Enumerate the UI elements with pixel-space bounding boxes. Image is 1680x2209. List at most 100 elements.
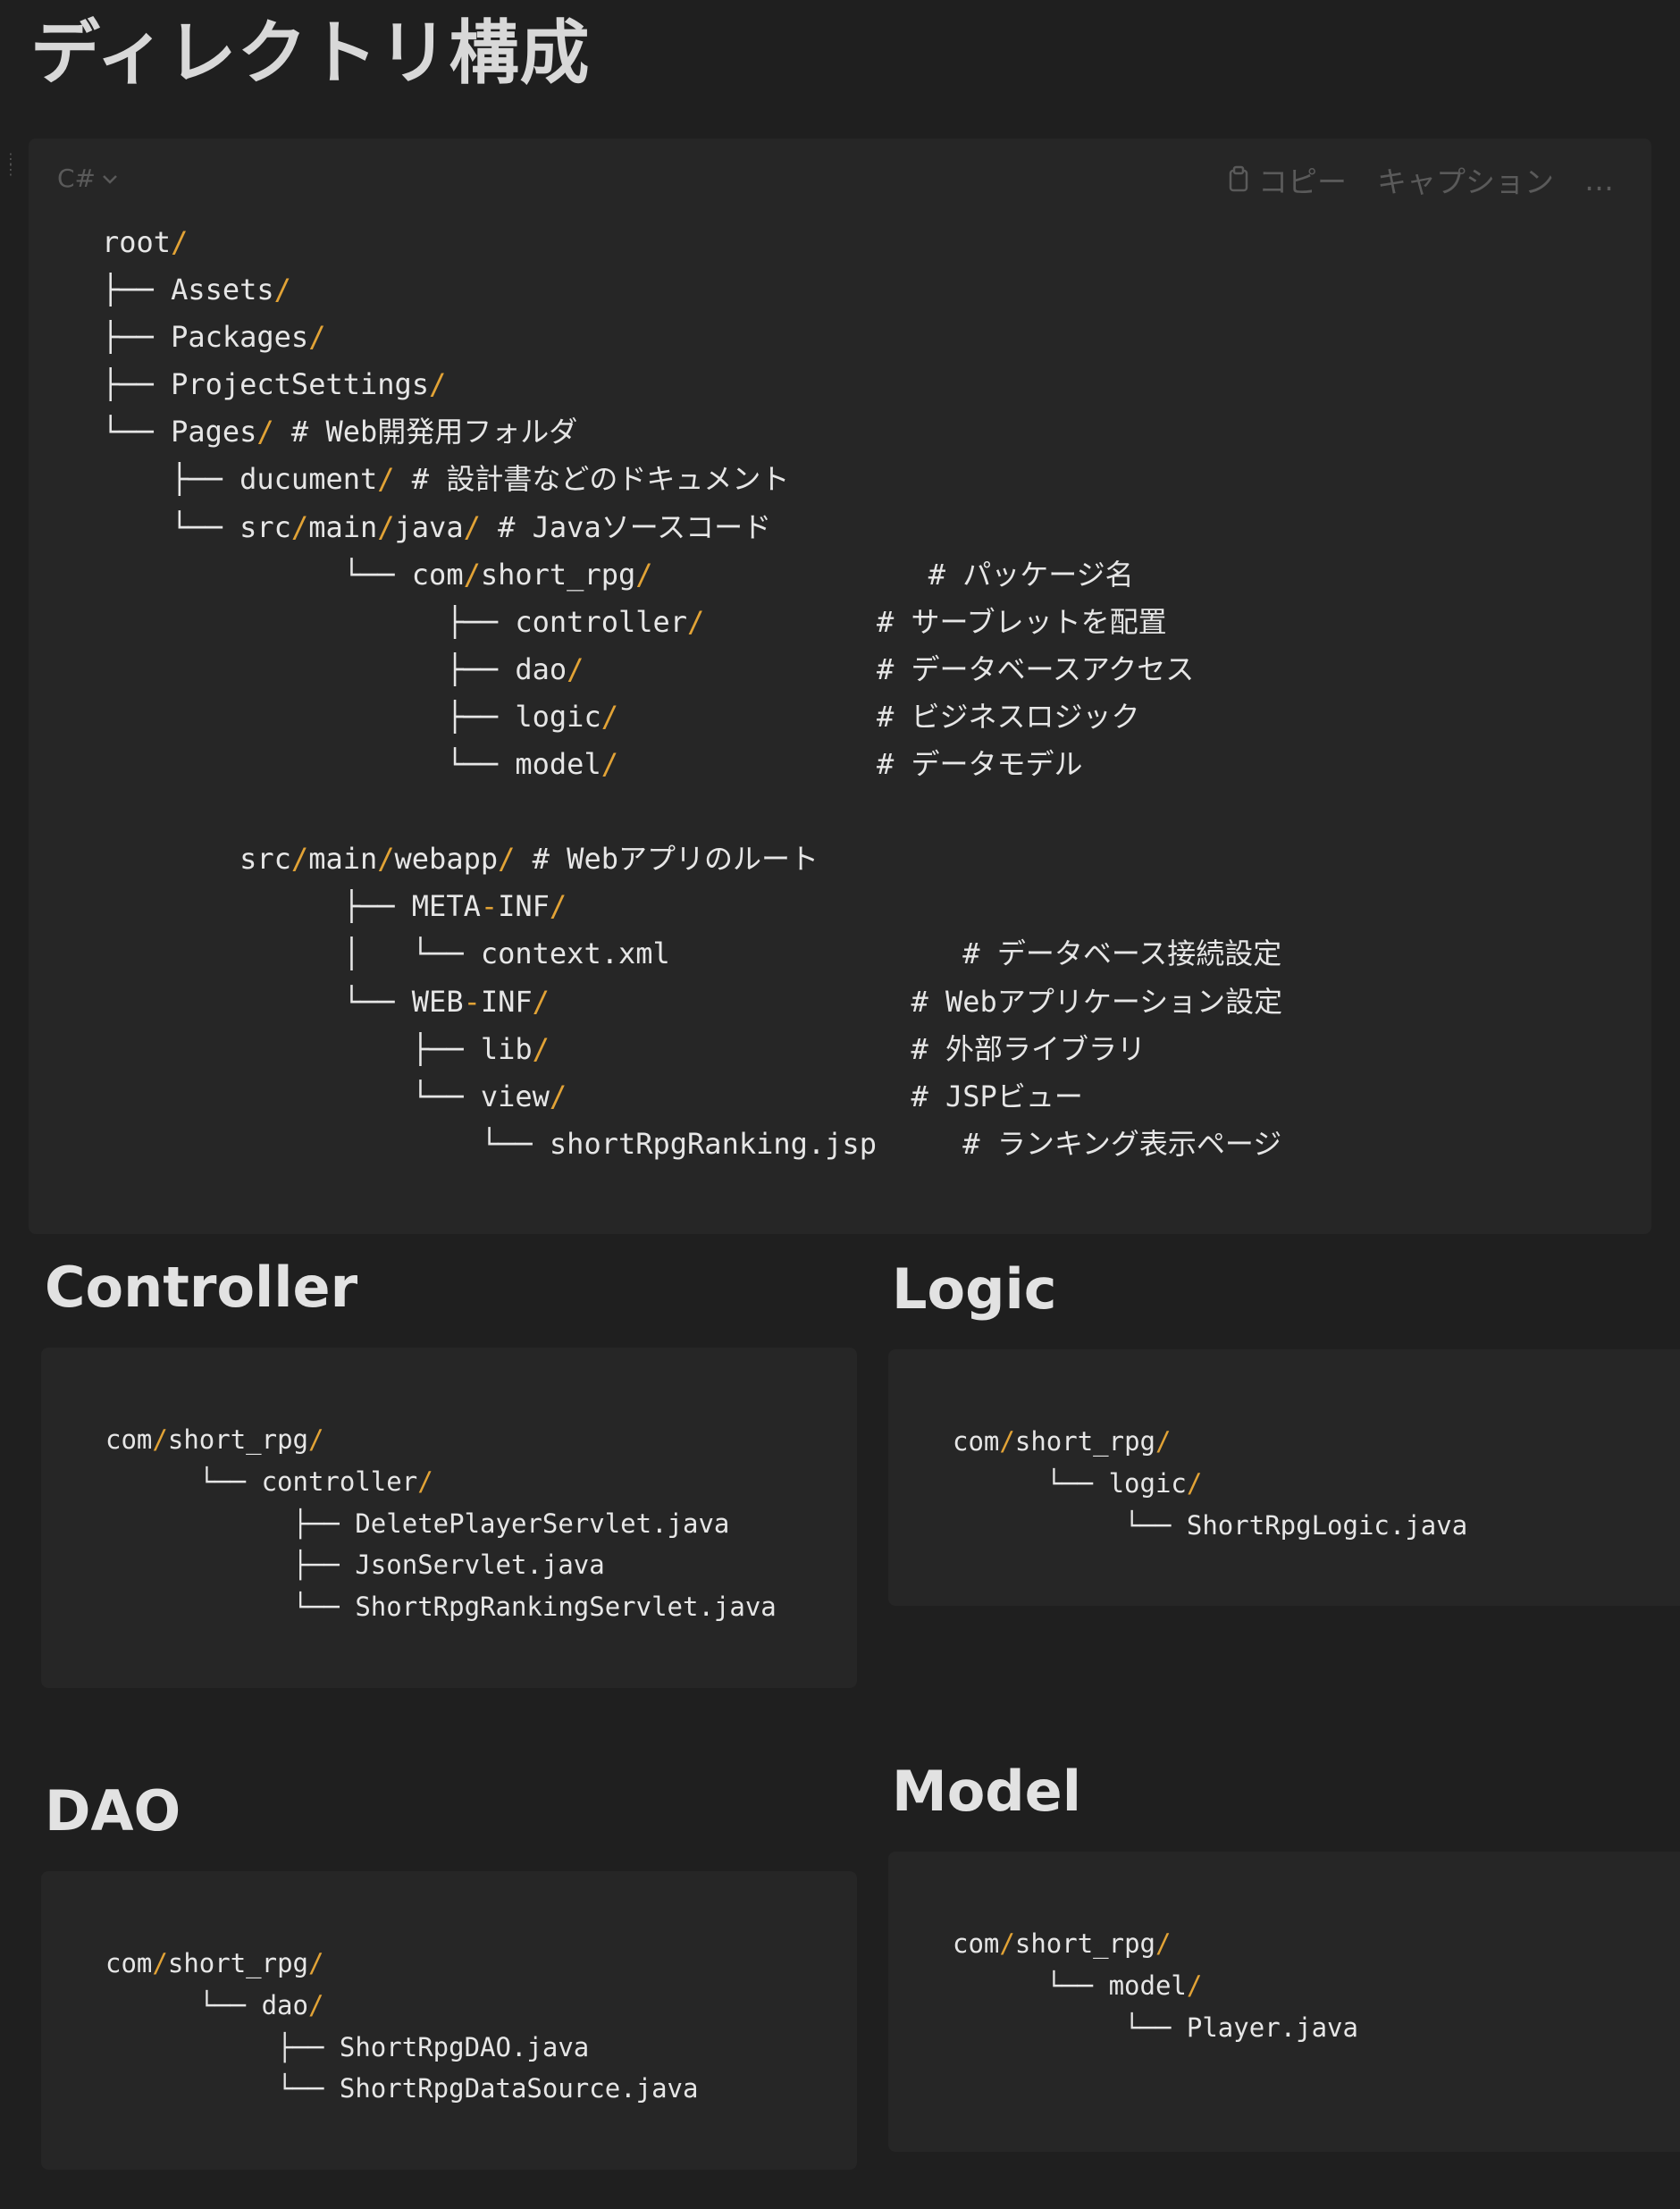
code-line: com/short_rpg/ <box>105 1419 777 1461</box>
path-separator: / <box>1186 1970 1203 2001</box>
code-line: └── com/short_rpg/ # パッケージ名 <box>102 551 1282 599</box>
code-text: └── src <box>102 509 291 544</box>
code-line: └── view/ # JSPビュー <box>102 1073 1282 1121</box>
code-comment: # データベースアクセス <box>584 651 1195 686</box>
code-line: └── WEB-INF/ # Webアプリケーション設定 <box>102 979 1282 1026</box>
code-text: ├── META <box>102 889 481 924</box>
code-content: root/├── Assets/├── Packages/├── Project… <box>102 219 1282 1168</box>
model-code-content: com/short_rpg/ └── model/ └── Player.jav… <box>953 1923 1358 2048</box>
code-line: ├── logic/ # ビジネスロジック <box>102 693 1282 741</box>
code-line: ├── ShortRpgDAO.java <box>105 2027 698 2069</box>
drag-handle-icon[interactable]: ⋮ ⋮ <box>4 152 18 189</box>
code-text: INF <box>480 984 533 1019</box>
path-separator: - <box>463 984 481 1019</box>
code-comment: # 設計書などのドキュメント <box>394 462 790 497</box>
code-text: main <box>308 842 378 877</box>
path-separator: / <box>417 1466 433 1497</box>
code-text: └── controller <box>105 1466 418 1497</box>
caption-label: キャプション <box>1377 164 1554 199</box>
caption-button[interactable]: キャプション <box>1377 158 1554 201</box>
code-text: short_rpg <box>167 1424 308 1455</box>
code-line: └── shortRpgRanking.jsp # ランキング表示ページ <box>102 1121 1282 1168</box>
code-text: ├── ProjectSettings <box>102 367 430 402</box>
path-separator: / <box>1155 1928 1172 1959</box>
code-text: src <box>102 842 291 877</box>
code-line: root/ <box>102 219 1282 266</box>
path-separator: / <box>307 1989 324 2020</box>
code-text: com <box>105 1948 153 1978</box>
path-separator: / <box>308 320 326 355</box>
path-separator: / <box>171 225 189 259</box>
code-line: ├── META-INF/ <box>102 883 1282 930</box>
code-line: ├── ducument/ # 設計書などのドキュメント <box>102 456 1282 503</box>
code-line: src/main/webapp/ # Webアプリのルート <box>102 836 1282 883</box>
code-text: ├── dao <box>102 651 567 686</box>
language-select[interactable]: C# <box>57 164 119 193</box>
code-text: └── com <box>102 557 464 592</box>
code-comment: # データモデル <box>617 747 1083 782</box>
code-text: └── logic <box>953 1467 1187 1499</box>
code-text: ├── lib <box>102 1031 533 1066</box>
code-line: └── ShortRpgLogic.java <box>953 1505 1467 1547</box>
code-text: short_rpg <box>1014 1426 1155 1457</box>
section-title-logic: Logic <box>892 1256 1057 1322</box>
code-comment: # Javaソースコード <box>480 509 772 544</box>
code-line: └── ShortRpgDataSource.java <box>105 2068 698 2110</box>
code-text: com <box>953 1928 1000 1959</box>
code-text: com <box>105 1424 153 1455</box>
logic-code-content: com/short_rpg/ └── logic/ └── ShortRpgLo… <box>953 1421 1467 1546</box>
section-title-dao: DAO <box>45 1778 181 1844</box>
code-comment: # Webアプリのルート <box>515 842 819 877</box>
path-separator: / <box>273 273 291 307</box>
path-separator: / <box>290 509 309 544</box>
copy-button[interactable]: コピー <box>1226 158 1347 201</box>
page-title: ディレクトリ構成 <box>30 13 591 94</box>
code-comment: # JSPビュー <box>567 1079 1083 1113</box>
path-separator: / <box>635 557 653 592</box>
path-separator: / <box>549 889 567 924</box>
path-separator: / <box>567 651 584 686</box>
path-separator: / <box>152 1948 168 1978</box>
path-separator: / <box>601 747 618 782</box>
code-line: ├── JsonServlet.java <box>105 1544 777 1586</box>
code-block-toolbar: C# コピー キャプション … <box>29 139 1651 215</box>
code-text: short_rpg <box>1014 1928 1155 1959</box>
section-title-model: Model <box>892 1759 1081 1824</box>
code-comment: # Web開発用フォルダ <box>273 415 578 449</box>
code-line: └── ShortRpgRankingServlet.java <box>105 1586 777 1628</box>
main-code-block: C# コピー キャプション … root/├── Assets/├── Pack… <box>29 139 1651 1234</box>
code-line: ├── Assets/ <box>102 266 1282 314</box>
code-comment: # 外部ライブラリ <box>549 1031 1147 1066</box>
code-text: short_rpg <box>167 1948 308 1978</box>
code-text: └── model <box>953 1970 1187 2001</box>
code-text: main <box>308 509 378 544</box>
path-separator: / <box>532 984 550 1019</box>
code-line: └── Player.java <box>953 2007 1358 2049</box>
code-text: INF <box>498 889 550 924</box>
path-separator: / <box>999 1928 1015 1959</box>
code-text: ├── Assets <box>102 273 274 307</box>
code-text: └── view <box>102 1079 550 1113</box>
logic-code-block: com/short_rpg/ └── logic/ └── ShortRpgLo… <box>888 1349 1680 1606</box>
path-separator: / <box>152 1424 168 1455</box>
more-options-button[interactable]: … <box>1584 163 1614 197</box>
path-separator: / <box>1186 1467 1203 1499</box>
code-text: ├── Packages <box>102 320 309 355</box>
code-text: │ └── context.xml # データベース接続設定 <box>102 937 1282 971</box>
code-text: └── ShortRpgLogic.java <box>953 1509 1468 1541</box>
path-separator: - <box>480 889 499 924</box>
code-line: ├── ProjectSettings/ <box>102 361 1282 408</box>
controller-code-block: com/short_rpg/ └── controller/ ├── Delet… <box>41 1348 857 1688</box>
code-comment: # ビジネスロジック <box>617 699 1140 734</box>
code-text: com <box>953 1426 1000 1457</box>
code-line: ├── dao/ # データベースアクセス <box>102 646 1282 693</box>
model-code-block: com/short_rpg/ └── model/ └── Player.jav… <box>888 1852 1680 2152</box>
clipboard-icon <box>1229 165 1248 192</box>
code-comment: # パッケージ名 <box>652 557 1134 592</box>
code-line: │ └── context.xml # データベース接続設定 <box>102 930 1282 978</box>
code-text: ├── DeletePlayerServlet.java <box>105 1508 730 1539</box>
code-line: └── src/main/java/ # Javaソースコード <box>102 504 1282 551</box>
code-line: ├── Packages/ <box>102 314 1282 361</box>
path-separator: / <box>999 1426 1015 1457</box>
code-text: └── Player.java <box>953 2012 1358 2043</box>
